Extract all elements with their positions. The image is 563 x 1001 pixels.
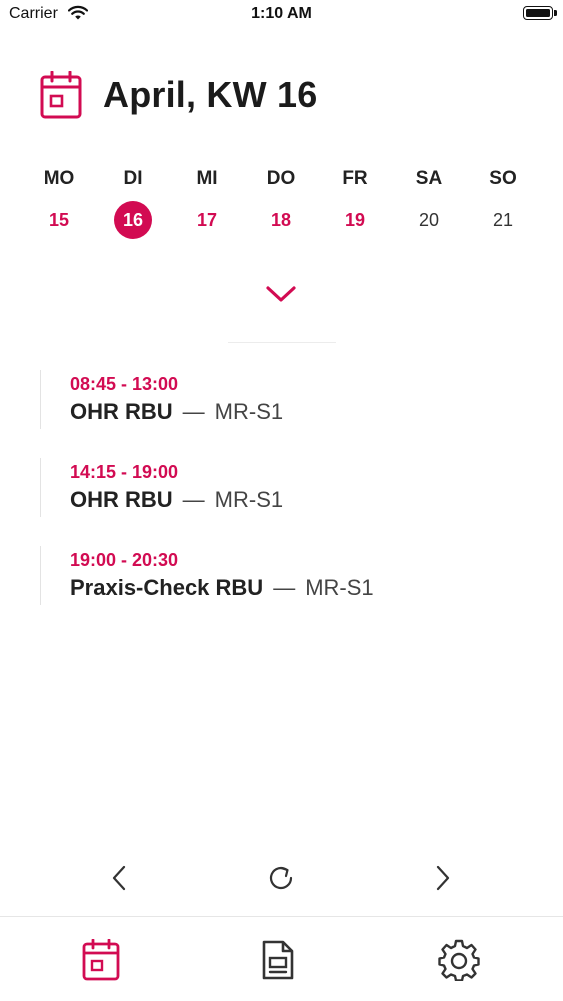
appointment-time: 08:45 - 13:00	[70, 374, 179, 394]
page-title: April, KW 16	[103, 74, 318, 115]
day-number-selected[interactable]: 16	[114, 201, 152, 239]
appointment-room: MR-S1	[214, 399, 284, 424]
day-sunday[interactable]: SO 21	[466, 165, 540, 239]
week-navigation	[0, 858, 563, 898]
tab-bar	[0, 916, 563, 1001]
day-label: MO	[43, 168, 75, 189]
tab-calendar-icon[interactable]	[79, 937, 123, 983]
day-number[interactable]: 21	[484, 201, 522, 239]
day-tuesday[interactable]: DI 16	[96, 165, 170, 239]
status-time: 1:10 AM	[251, 5, 312, 22]
refresh-icon[interactable]	[261, 858, 301, 898]
day-label: DO	[266, 168, 296, 189]
expand-week-chevron-down-icon[interactable]	[264, 280, 298, 308]
appointment-room: MR-S1	[305, 575, 374, 600]
appointment-room: MR-S1	[214, 487, 284, 512]
appointment-time: 14:15 - 19:00	[70, 462, 179, 482]
day-label: SO	[489, 168, 517, 189]
status-bar: Carrier 1:10 AM	[0, 0, 563, 30]
day-label: SA	[415, 168, 443, 189]
appointment-item[interactable]: 14:15 - 19:00 OHR RBU — MR-S1	[40, 458, 540, 517]
appointment-title: Praxis-Check RBU	[70, 575, 264, 600]
calendar-icon[interactable]	[40, 70, 82, 119]
day-label: DI	[123, 168, 143, 189]
day-number[interactable]: 17	[188, 201, 226, 239]
chevron-left-icon[interactable]	[100, 858, 140, 898]
day-label: FR	[342, 168, 368, 189]
battery-icon	[523, 6, 557, 20]
appointment-item[interactable]: 08:45 - 13:00 OHR RBU — MR-S1	[40, 370, 540, 429]
chevron-right-icon[interactable]	[422, 858, 462, 898]
appointment-title: OHR RBU	[70, 399, 173, 424]
day-number[interactable]: 15	[40, 201, 78, 239]
day-monday[interactable]: MO 15	[22, 165, 96, 239]
day-number[interactable]: 20	[410, 201, 448, 239]
day-label: MI	[196, 168, 218, 189]
day-number[interactable]: 19	[336, 201, 374, 239]
appointment-title: OHR RBU	[70, 487, 173, 512]
appointment-item[interactable]: 19:00 - 20:30 Praxis-Check RBU — MR-S1	[40, 546, 540, 605]
day-number[interactable]: 18	[262, 201, 300, 239]
appointment-list: 08:45 - 13:00 OHR RBU — MR-S1 14:15 - 19:0…	[40, 370, 540, 634]
tab-document-icon[interactable]	[256, 937, 300, 983]
appointment-separator: —	[273, 575, 296, 600]
day-wednesday[interactable]: MI 17	[170, 165, 244, 239]
page-header: April, KW 16	[40, 70, 317, 120]
day-thursday[interactable]: DO 18	[244, 165, 318, 239]
tab-gear-icon[interactable]	[437, 937, 481, 983]
appointment-separator: —	[182, 487, 205, 512]
day-friday[interactable]: FR 19	[318, 165, 392, 239]
divider	[228, 342, 336, 343]
appointment-time: 19:00 - 20:30	[70, 550, 179, 570]
appointment-separator: —	[182, 399, 205, 424]
week-strip: MO 15 DI 16 MI 17 DO 18 FR 19 SA 20 SO 2…	[22, 165, 540, 239]
day-saturday[interactable]: SA 20	[392, 165, 466, 239]
